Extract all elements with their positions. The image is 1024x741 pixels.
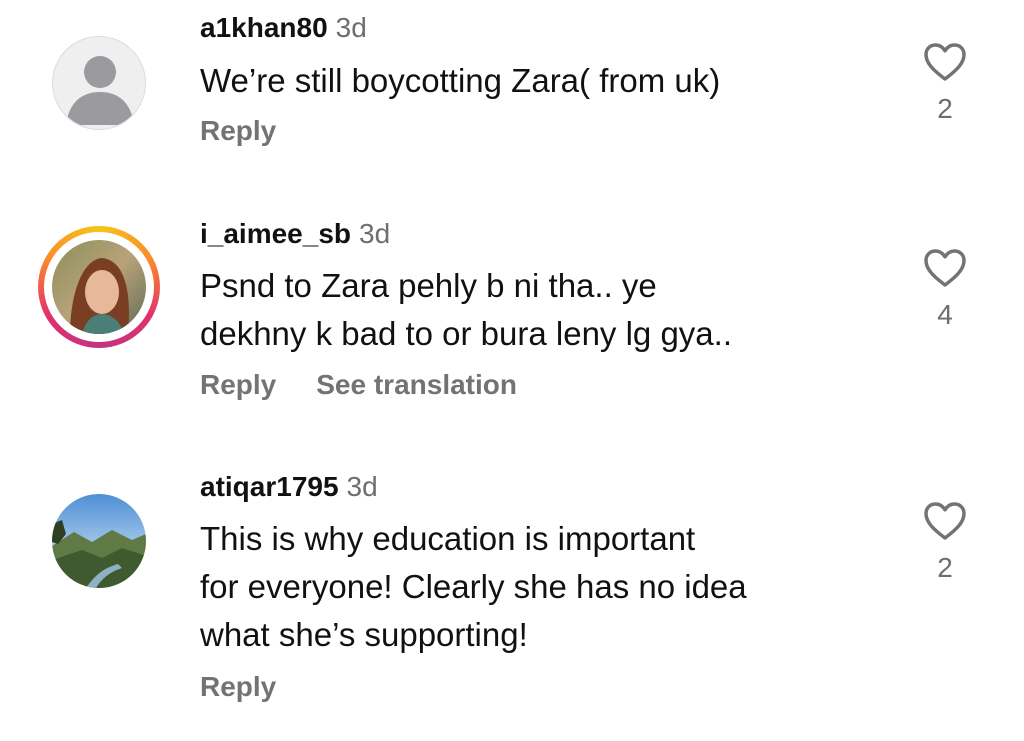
- comment-header: a1khan80 3d: [200, 10, 367, 46]
- reply-button[interactable]: Reply: [200, 115, 276, 146]
- username[interactable]: atiqar1795: [200, 471, 339, 502]
- comment-text: We’re still boycotting Zara( from uk): [200, 62, 721, 99]
- like-control: 2: [918, 42, 972, 124]
- comment-text-line: This is why education is important: [200, 520, 696, 557]
- heart-outline-icon[interactable]: [923, 248, 967, 288]
- heart-outline-icon[interactable]: [923, 501, 967, 541]
- comment-header: i_aimee_sb 3d: [200, 216, 390, 252]
- avatar[interactable]: [38, 226, 160, 348]
- username[interactable]: a1khan80: [200, 12, 328, 43]
- comment-header: atiqar1795 3d: [200, 469, 378, 505]
- timestamp: 3d: [335, 12, 367, 43]
- comment-text-line: what she’s supporting!: [200, 616, 528, 653]
- avatar[interactable]: [52, 36, 146, 130]
- like-control: 2: [918, 501, 972, 583]
- username[interactable]: i_aimee_sb: [200, 218, 351, 249]
- comment-text: This is why education is important for e…: [200, 515, 900, 659]
- comment-actions: Reply See translation: [200, 367, 517, 403]
- like-count: 4: [937, 299, 953, 330]
- profile-photo: [52, 240, 146, 334]
- reply-button[interactable]: Reply: [200, 369, 276, 400]
- heart-outline-icon[interactable]: [923, 42, 967, 82]
- timestamp: 3d: [346, 471, 378, 502]
- comment-text-line: for everyone! Clearly she has no idea: [200, 568, 747, 605]
- see-translation-button[interactable]: See translation: [316, 369, 517, 400]
- comment-text: Psnd to Zara pehly b ni tha.. ye dekhny …: [200, 262, 900, 358]
- comment-actions: Reply: [200, 113, 276, 149]
- like-control: 4: [918, 248, 972, 330]
- default-user-icon: [53, 37, 145, 129]
- like-count: 2: [937, 552, 953, 583]
- timestamp: 3d: [359, 218, 391, 249]
- comment-actions: Reply: [200, 669, 276, 705]
- comment-text-line: Psnd to Zara pehly b ni tha.. ye: [200, 267, 657, 304]
- comment-text-line: dekhny k bad to or bura leny lg gya..: [200, 315, 732, 352]
- reply-button[interactable]: Reply: [200, 671, 276, 702]
- like-count: 2: [937, 93, 953, 124]
- profile-photo: [52, 494, 146, 588]
- avatar[interactable]: [52, 494, 146, 588]
